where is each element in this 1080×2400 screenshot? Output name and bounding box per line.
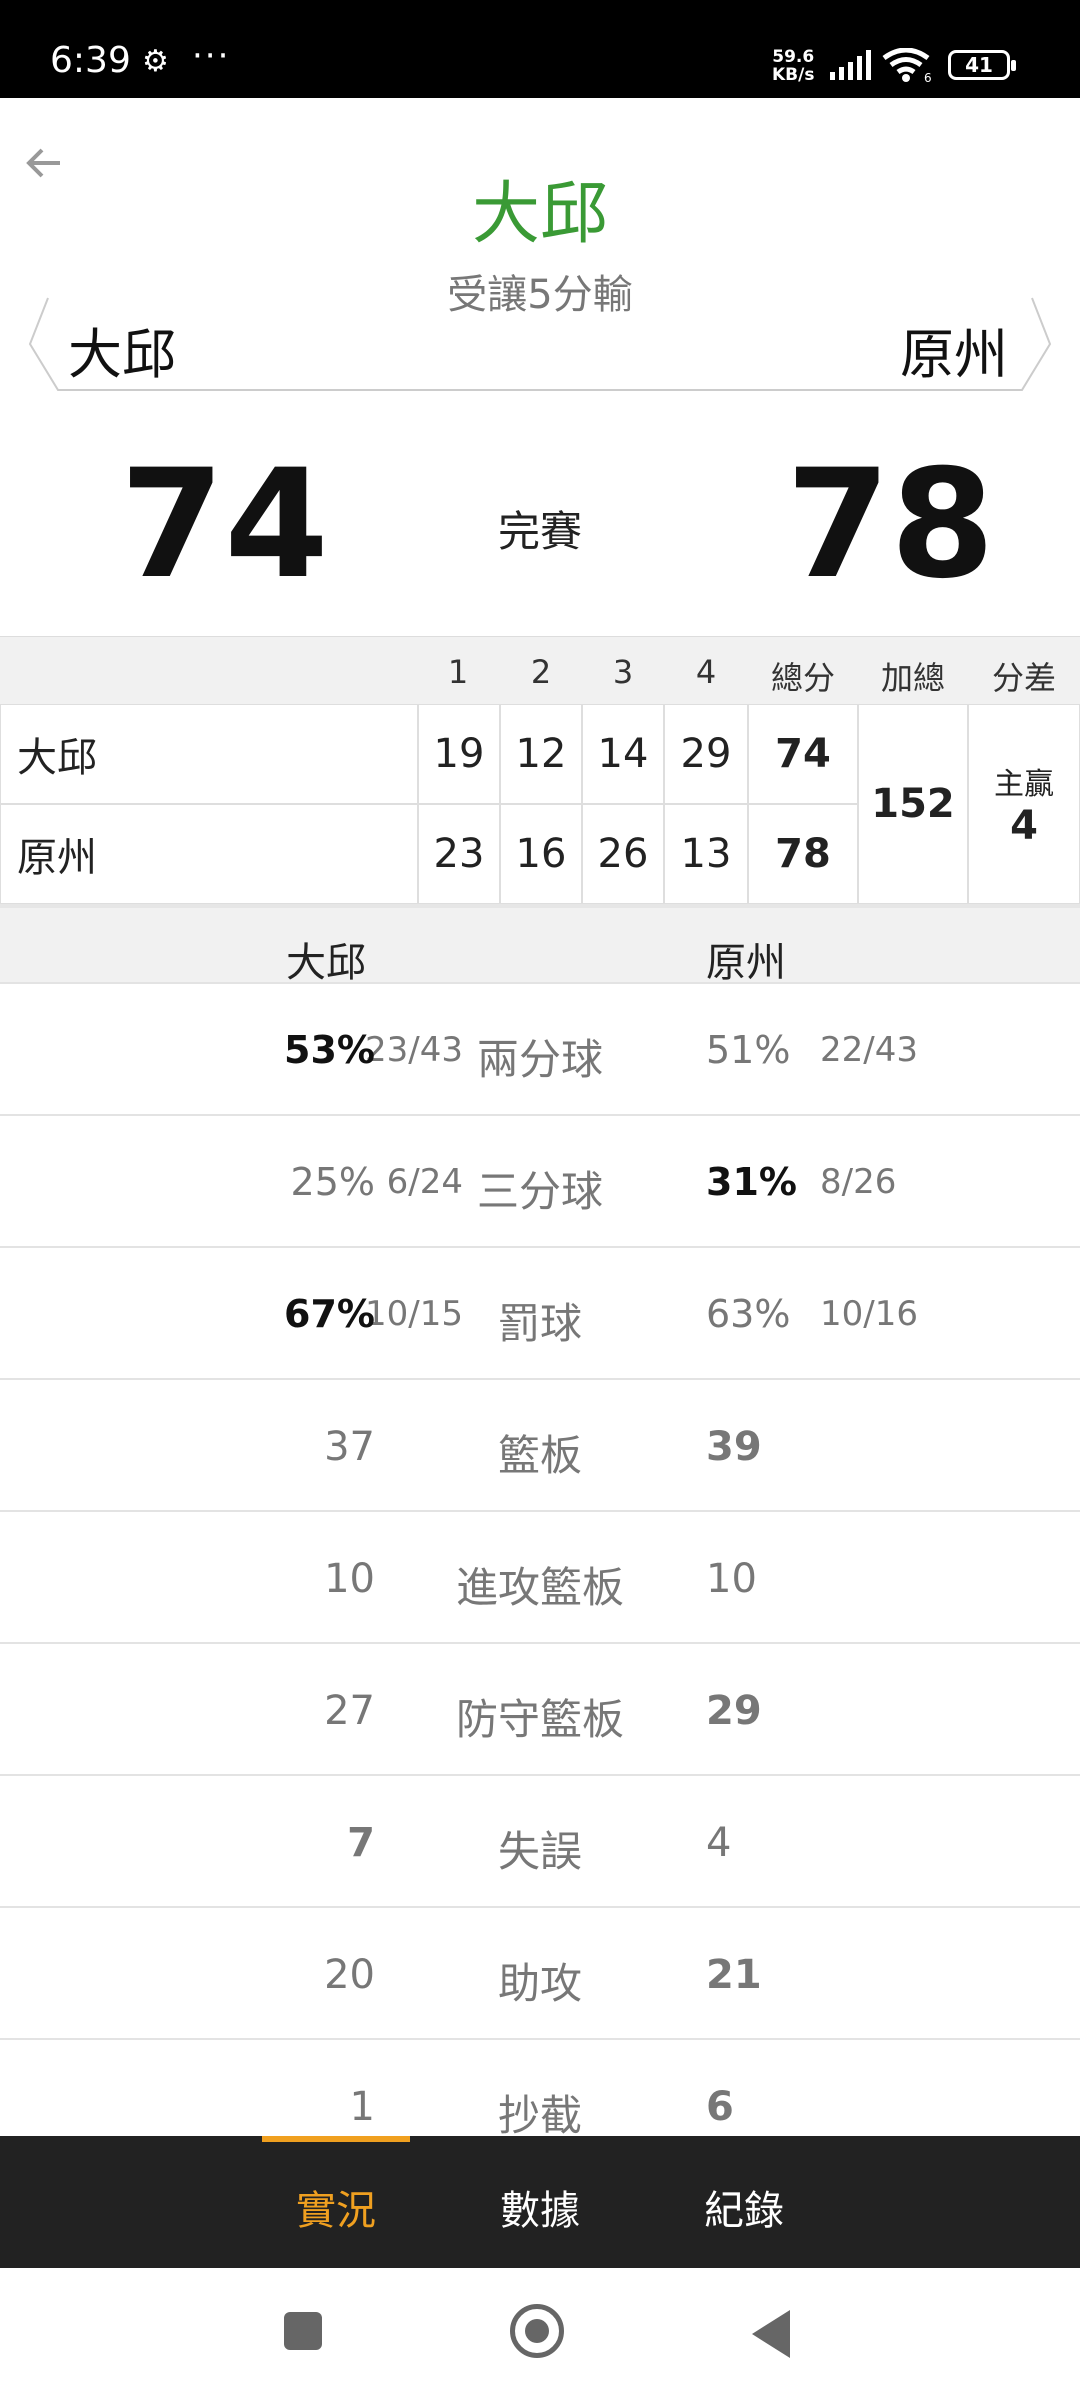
away-fraction: 22/43	[820, 1030, 918, 1070]
table-cell-total: 74	[748, 704, 858, 804]
home-icon[interactable]	[510, 2304, 564, 2358]
team-bar	[28, 294, 1052, 394]
wifi-icon: 6	[882, 48, 932, 82]
stats-header: 大邱 原州	[0, 904, 1080, 986]
away-value: 31%	[706, 1160, 797, 1204]
active-tab-indicator	[262, 2136, 410, 2142]
stat-label: 罰球	[497, 1299, 582, 1348]
table-cell-q2: 12	[500, 704, 582, 804]
table-row-team: 大邱	[0, 704, 418, 804]
table-cell-q4: 13	[664, 804, 748, 904]
stat-row-assists: 20 助攻 21	[0, 1906, 1080, 2040]
header-q4: 4	[695, 653, 717, 691]
away-value: 10	[706, 1556, 757, 1602]
stat-label: 進攻籃板	[455, 1563, 624, 1612]
table-cell-q4: 29	[664, 704, 748, 804]
stat-label: 防守籃板	[455, 1695, 624, 1744]
network-speed: 59.6 KB/s	[772, 48, 814, 84]
score-difference: 主贏 4	[968, 704, 1080, 904]
more-notifications-icon: ···	[192, 36, 231, 76]
stat-row-defensive-rebounds: 27 防守籃板 29	[0, 1642, 1080, 1776]
wifi-label: 6	[924, 71, 932, 82]
team-bar-outline	[28, 297, 1052, 391]
network-speed-value: 59.6	[772, 47, 815, 67]
network-speed-unit: KB/s	[772, 65, 815, 85]
quarter-table-header: 1 2 3 4 總分 加總 分差	[0, 636, 1080, 705]
table-cell-q3: 14	[582, 704, 664, 804]
tab-stats[interactable]: 數據	[460, 2178, 620, 2236]
away-value: 4	[706, 1820, 732, 1866]
away-value: 29	[706, 1688, 762, 1734]
header-q1: 1	[447, 653, 469, 691]
away-value: 39	[706, 1424, 762, 1470]
stat-row-turnovers: 7 失誤 4	[0, 1774, 1080, 1908]
stat-label: 抄截	[497, 2091, 582, 2140]
difference-value: 4	[1010, 803, 1038, 849]
table-row-team: 原州	[0, 804, 418, 904]
stat-row-offensive-rebounds: 10 進攻籃板 10	[0, 1510, 1080, 1644]
table-cell-q1: 19	[418, 704, 500, 804]
away-value: 63%	[706, 1292, 791, 1336]
tab-records[interactable]: 紀錄	[664, 2178, 824, 2236]
stat-row-free-throws: 10/15 67% 罰球 63% 10/16	[0, 1246, 1080, 1380]
stat-label: 兩分球	[476, 1035, 603, 1084]
away-fraction: 8/26	[820, 1162, 897, 1202]
away-value: 51%	[706, 1028, 791, 1072]
stat-label: 失誤	[497, 1827, 582, 1876]
header-total: 總分	[770, 659, 835, 697]
away-score: 78	[786, 438, 995, 612]
status-time: 6:39	[50, 40, 131, 81]
away-value: 21	[706, 1952, 762, 1998]
battery-level: 41	[965, 53, 993, 77]
stat-label: 籃板	[497, 1431, 582, 1480]
stats-home-team: 大邱	[286, 940, 366, 986]
table-cell-q2: 16	[500, 804, 582, 904]
away-fraction: 10/16	[820, 1294, 918, 1334]
stat-row-rebounds: 37 籃板 39	[0, 1378, 1080, 1512]
home-team-name[interactable]: 大邱	[68, 310, 176, 389]
quarter-table: 大邱 19 12 14 29 74 原州 23 16 26 13 78 152 …	[0, 704, 1080, 904]
settings-gear-icon: ⚙	[142, 44, 169, 79]
page-title: 大邱	[471, 175, 608, 254]
header-diff: 分差	[991, 659, 1056, 697]
signal-icon	[830, 50, 871, 80]
stat-row-two-pointers: 23/43 53% 兩分球 51% 22/43	[0, 982, 1080, 1116]
tab-live[interactable]: 實況	[256, 2178, 416, 2236]
nav-back-icon[interactable]	[752, 2310, 790, 2358]
table-cell-q1: 23	[418, 804, 500, 904]
difference-label: 主贏	[994, 767, 1054, 802]
bottom-tab-bar: 實況 數據 紀錄	[0, 2136, 1080, 2268]
away-value: 6	[706, 2084, 734, 2130]
stat-row-three-pointers: 6/24 25% 三分球 31% 8/26	[0, 1114, 1080, 1248]
away-team-name[interactable]: 原州	[900, 310, 1008, 389]
system-nav-bar	[0, 2268, 1080, 2400]
combined-total: 152	[858, 704, 968, 904]
header-q3: 3	[612, 653, 634, 691]
header-combined: 加總	[880, 659, 945, 697]
recent-apps-icon[interactable]	[284, 2312, 322, 2350]
battery-icon: 41	[948, 50, 1016, 80]
stat-label: 助攻	[497, 1959, 582, 2008]
table-cell-total: 78	[748, 804, 858, 904]
stat-label: 三分球	[476, 1167, 603, 1216]
status-bar: 6:39 ⚙ ··· 59.6 KB/s 6 41	[0, 0, 1080, 98]
table-cell-q3: 26	[582, 804, 664, 904]
header-q2: 2	[530, 653, 552, 691]
stats-away-team: 原州	[706, 940, 786, 986]
